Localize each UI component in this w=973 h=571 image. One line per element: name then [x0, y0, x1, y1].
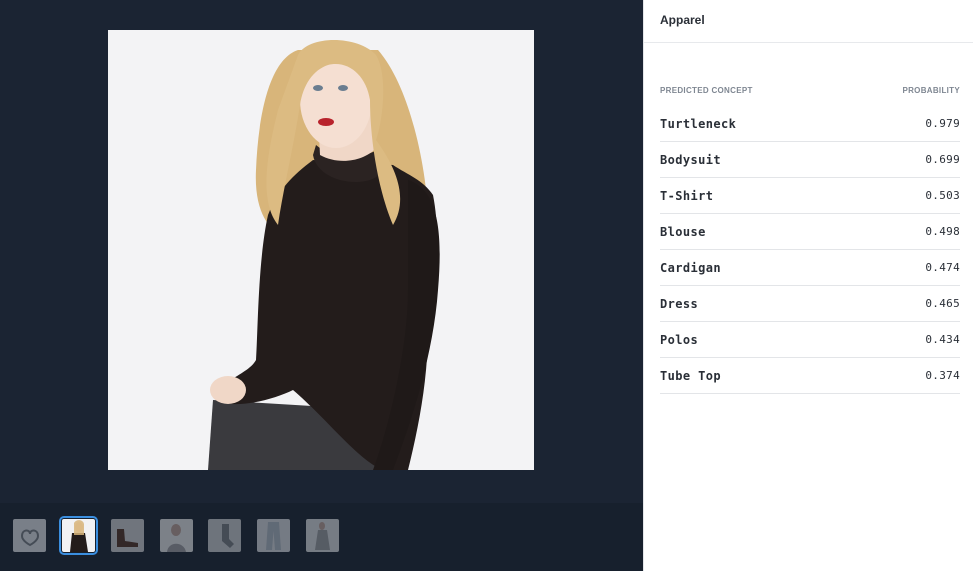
sock-thumbnail-image: [208, 519, 241, 552]
concept-name: Blouse: [660, 224, 706, 239]
table-row: Bodysuit 0.699: [660, 142, 960, 178]
table-row: Tube Top 0.374: [660, 358, 960, 394]
column-header-concept: PREDICTED CONCEPT: [660, 86, 753, 95]
column-header-probability: PROBABILITY: [902, 86, 960, 95]
concept-name: Bodysuit: [660, 152, 721, 167]
thumbnail-7[interactable]: [306, 519, 339, 552]
table-row: Polos 0.434: [660, 322, 960, 358]
thumbnail-strip: [0, 503, 643, 571]
concept-probability: 0.979: [925, 117, 960, 130]
table-header: PREDICTED CONCEPT PROBABILITY: [660, 86, 960, 106]
thumbnail-2[interactable]: [59, 516, 98, 555]
concept-probability: 0.374: [925, 369, 960, 382]
concept-name: Polos: [660, 332, 699, 347]
concept-name: Cardigan: [660, 260, 721, 275]
concept-probability: 0.434: [925, 333, 960, 346]
turtleneck-thumbnail-image: [62, 519, 95, 552]
concept-probability: 0.699: [925, 153, 960, 166]
concept-probability: 0.465: [925, 297, 960, 310]
table-row: Dress 0.465: [660, 286, 960, 322]
predictions-table: PREDICTED CONCEPT PROBABILITY Turtleneck…: [660, 86, 960, 394]
portrait-thumbnail-image: [160, 519, 193, 552]
table-row: T-Shirt 0.503: [660, 178, 960, 214]
thumbnail-5[interactable]: [208, 519, 241, 552]
woman-in-black-turtleneck-photo: [108, 30, 534, 470]
image-viewer: [0, 0, 643, 571]
concept-name: Tube Top: [660, 368, 721, 383]
table-row: Blouse 0.498: [660, 214, 960, 250]
concept-probability: 0.498: [925, 225, 960, 238]
thumbnail-4[interactable]: [160, 519, 193, 552]
concept-probability: 0.503: [925, 189, 960, 202]
jeans-thumbnail-image: [257, 519, 290, 552]
concept-name: T-Shirt: [660, 188, 714, 203]
thumbnail-1[interactable]: [13, 519, 46, 552]
thumbnail-6[interactable]: [257, 519, 290, 552]
boot-thumbnail-image: [111, 519, 144, 552]
dress-thumbnail-image: [306, 519, 339, 552]
concept-name: Turtleneck: [660, 116, 737, 131]
thumbnail-3[interactable]: [111, 519, 144, 552]
model-title[interactable]: Apparel: [644, 0, 973, 43]
predictions-panel: Apparel PREDICTED CONCEPT PROBABILITY Tu…: [643, 0, 973, 571]
main-image: [108, 30, 534, 470]
concept-name: Dress: [660, 296, 699, 311]
concept-probability: 0.474: [925, 261, 960, 274]
table-row: Cardigan 0.474: [660, 250, 960, 286]
jewelry-thumbnail-image: [13, 519, 46, 552]
table-row: Turtleneck 0.979: [660, 106, 960, 142]
